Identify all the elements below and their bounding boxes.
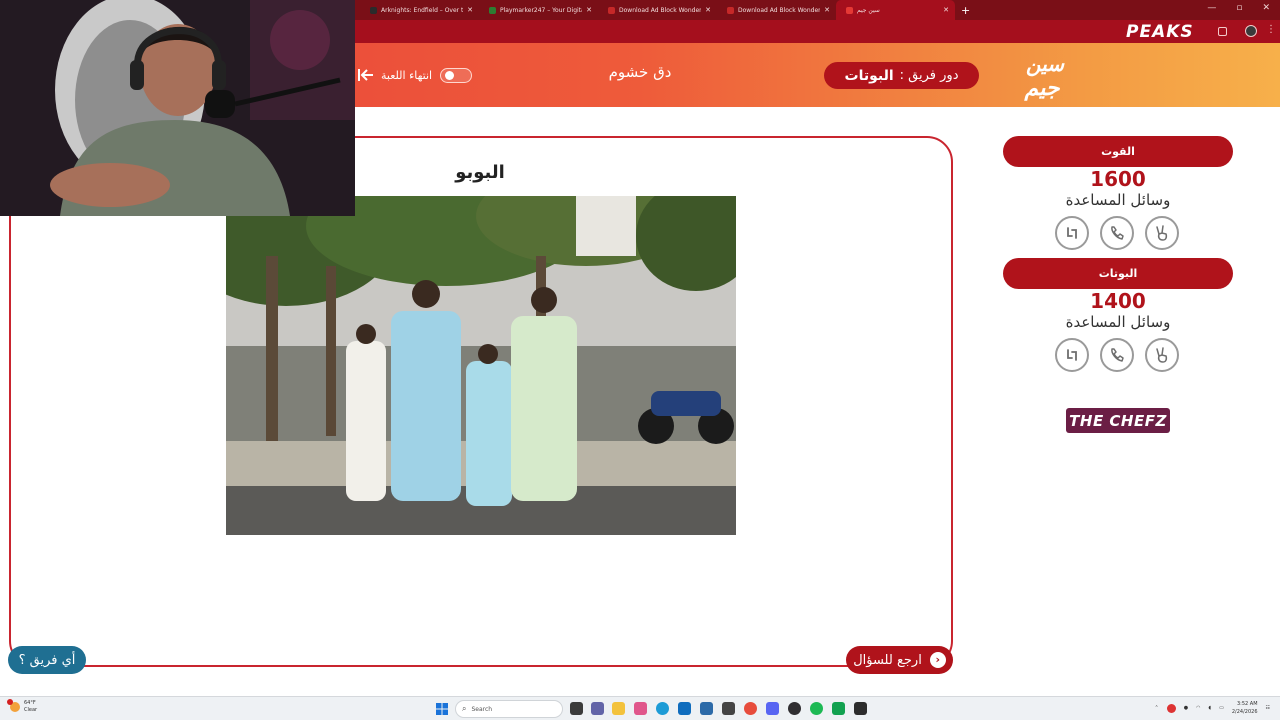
notification-badge — [7, 699, 13, 705]
minimize-icon[interactable]: — — [1207, 3, 1216, 13]
svg-text:سين: سين — [1026, 52, 1065, 77]
weather-widget[interactable]: 64°F Clear — [7, 699, 38, 714]
battery-icon[interactable]: ▭ — [1219, 705, 1224, 711]
question-title: البوبو — [455, 162, 505, 183]
browser-tab[interactable]: Download Ad Block Wonder ✕ — [598, 0, 717, 20]
app-icon[interactable] — [832, 702, 845, 715]
chevron-up-icon[interactable]: ⌃ — [1155, 705, 1159, 711]
game-toggle[interactable] — [440, 68, 472, 83]
chrome-icon[interactable] — [744, 702, 757, 715]
outlook-icon[interactable] — [678, 702, 691, 715]
turn-label: دور فريق : — [899, 68, 959, 83]
svg-text:جيم: جيم — [1024, 76, 1061, 101]
double-answer-icon[interactable] — [1055, 338, 1089, 372]
photos-icon[interactable] — [634, 702, 647, 715]
clock-date: 2/24/2026 — [1231, 709, 1258, 715]
tab-title: Playmarker247 – Your Digital P — [500, 6, 582, 14]
tab-favicon — [489, 6, 496, 14]
search-icon: ⌕ — [462, 704, 467, 713]
back-to-question-button[interactable]: ‹ ارجع للسؤال — [846, 646, 953, 674]
double-answer-icon[interactable] — [1055, 216, 1089, 250]
tab-favicon — [608, 6, 615, 14]
toggle-knob — [445, 71, 454, 80]
question-image — [226, 196, 736, 535]
help-aids-label: وسائل المساعدة — [1065, 313, 1171, 331]
browser-tab[interactable]: Playmarker247 – Your Digital P ✕ — [479, 0, 598, 20]
close-tab-icon[interactable]: ✕ — [824, 6, 830, 14]
webcam-overlay — [0, 0, 355, 216]
webcam-illustration — [0, 0, 355, 216]
tab-title: Download Ad Block Wonder — [619, 6, 702, 14]
close-tab-icon[interactable]: ✕ — [943, 6, 949, 14]
team-name-pill: القوت — [1003, 136, 1233, 167]
phone-call-icon[interactable] — [1100, 216, 1134, 250]
task-view-icon[interactable] — [570, 702, 583, 715]
maximize-icon[interactable]: ▫ — [1236, 3, 1242, 13]
photo-illustration — [226, 196, 736, 535]
end-game-button[interactable]: انتهاء اللعبة — [357, 67, 432, 83]
terminal-icon[interactable] — [854, 702, 867, 715]
clock-time: 3:52 AM — [1236, 701, 1258, 707]
brand-logo: PEAKS — [1126, 21, 1194, 42]
file-explorer-icon[interactable] — [612, 702, 625, 715]
tray-app-icon[interactable] — [1166, 703, 1176, 713]
close-window-icon[interactable]: ✕ — [1262, 3, 1270, 13]
profile-icon[interactable] — [1245, 25, 1257, 37]
team-name-pill: البوتات — [1003, 258, 1233, 289]
discord-icon[interactable] — [766, 702, 779, 715]
windows-start-icon[interactable] — [436, 703, 448, 715]
help-aids-label: وسائل المساعدة — [1065, 191, 1171, 209]
menu-icon[interactable]: ⋮ — [1266, 24, 1276, 35]
team-turn-indicator: دور فريق : البوتات — [824, 62, 979, 89]
window-controls: — ▫ ✕ — [1207, 3, 1270, 13]
back-button-label: ارجع للسؤال — [853, 652, 922, 668]
close-tab-icon[interactable]: ✕ — [586, 6, 592, 14]
os-taskbar: 64°F Clear ⌕ Search ⌃ ● ◠ ◖ ▭ 3:52 AM 2/… — [0, 696, 1280, 720]
volume-icon[interactable]: ◖ — [1209, 705, 1212, 711]
sponsor-logo: THE CHEFZ — [1066, 408, 1170, 433]
tab-title: Download Ad Block Wonder — [738, 6, 821, 14]
extension-icon[interactable] — [1218, 27, 1227, 36]
browser-tab[interactable]: Download Ad Block Wonder ✕ — [717, 0, 836, 20]
microphone-icon[interactable]: ● — [1184, 705, 1188, 711]
teams-icon[interactable] — [591, 702, 604, 715]
browser-tab[interactable]: Arknights: Endfield – Over the F ✕ — [360, 0, 479, 20]
turn-team-name: البوتات — [844, 67, 894, 84]
screen: Arknights: Endfield – Over the F ✕ Playm… — [0, 0, 1280, 720]
store-icon[interactable] — [700, 702, 713, 715]
exit-icon — [358, 69, 373, 81]
peace-hand-icon[interactable] — [1145, 338, 1179, 372]
peace-hand-icon[interactable] — [1145, 216, 1179, 250]
team-score: 1400 — [1090, 289, 1146, 313]
new-tab-icon[interactable]: + — [961, 4, 970, 17]
tab-title: سين جيم — [857, 6, 880, 14]
weather-condition: Clear — [24, 707, 38, 713]
search-placeholder: Search — [471, 705, 493, 713]
close-tab-icon[interactable]: ✕ — [467, 6, 473, 14]
browser-tab-active[interactable]: سين جيم ✕ — [836, 0, 955, 20]
edge-icon[interactable] — [656, 702, 669, 715]
tab-favicon — [727, 6, 734, 14]
app-logo: سين جيم — [1024, 52, 1066, 101]
tab-title: Arknights: Endfield – Over the F — [381, 6, 464, 14]
weather-temp: 64°F — [24, 700, 36, 706]
phone-call-icon[interactable] — [1100, 338, 1134, 372]
which-team-button[interactable]: أي فريق ؟ — [8, 646, 86, 674]
tab-favicon — [370, 6, 377, 14]
spotify-icon[interactable] — [810, 702, 823, 715]
clock[interactable]: 3:52 AM 2/24/2026 — [1232, 700, 1258, 716]
chevron-left-icon: ‹ — [929, 652, 946, 668]
end-game-label: انتهاء اللعبة — [381, 68, 433, 82]
weather-icon — [7, 699, 20, 712]
system-tray: ⌃ ● ◠ ◖ ▭ 3:52 AM 2/24/2026 ☷ — [1155, 700, 1270, 716]
category-name: دق خشوم — [608, 63, 672, 81]
close-tab-icon[interactable]: ✕ — [705, 6, 711, 14]
taskbar-search[interactable]: ⌕ Search — [455, 700, 563, 718]
tab-favicon — [846, 6, 853, 14]
obs-icon[interactable] — [788, 702, 801, 715]
app-icon[interactable] — [722, 702, 735, 715]
network-icon[interactable]: ◠ — [1196, 705, 1200, 711]
notifications-icon[interactable]: ☷ — [1266, 705, 1270, 711]
team-score: 1600 — [1090, 167, 1146, 191]
